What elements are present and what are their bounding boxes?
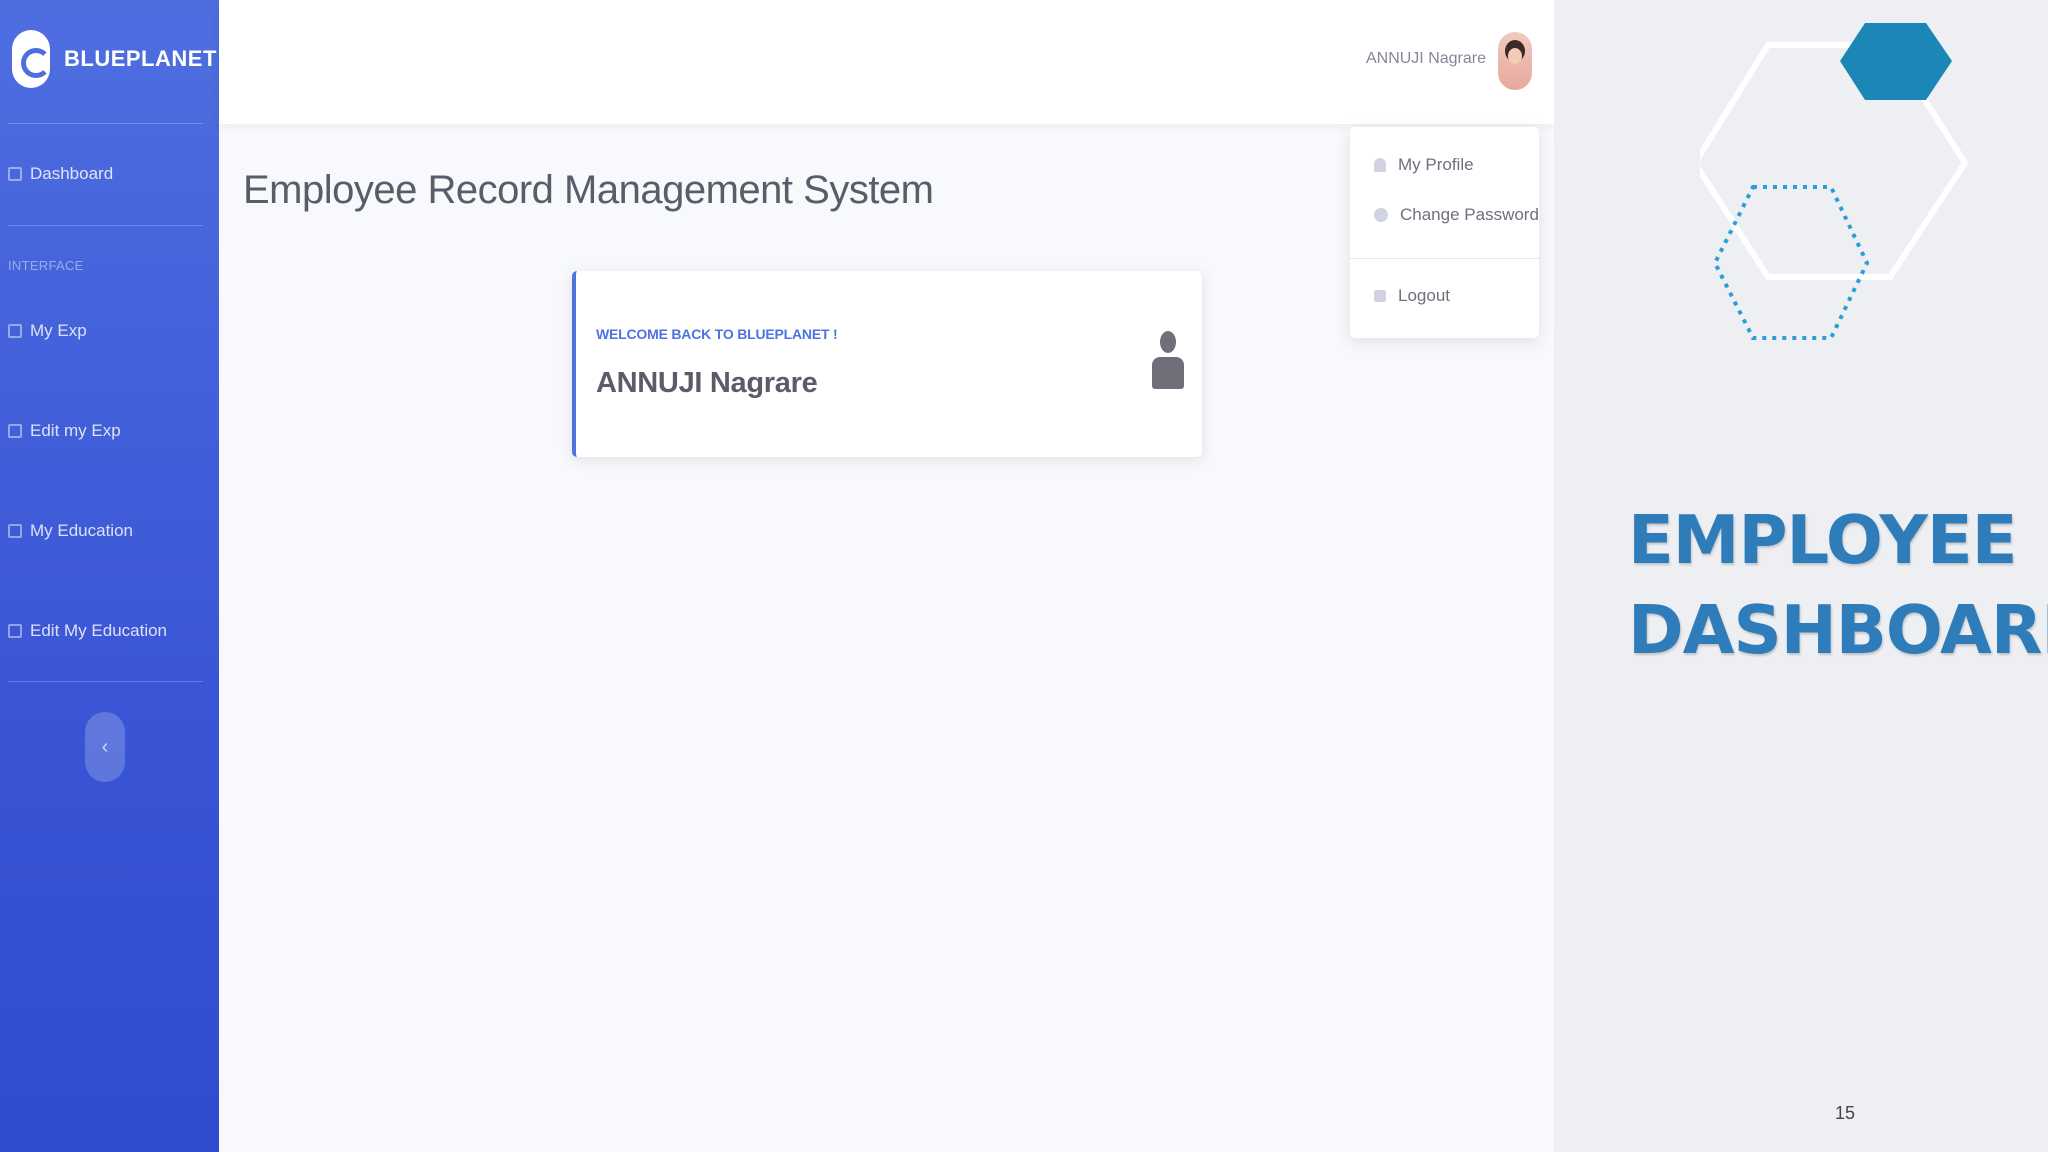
logout-icon bbox=[1374, 290, 1386, 302]
sidebar-item-label: Dashboard bbox=[30, 164, 114, 183]
welcome-label: WELCOME BACK TO BLUEPLANET ! bbox=[596, 326, 838, 342]
menu-item-label: Logout bbox=[1398, 286, 1450, 305]
app-screenshot: BLUEPLANET Dashboard INTERFACE My Exp Ed… bbox=[0, 0, 1554, 1152]
topbar: ANNUJI Nagrare bbox=[219, 0, 1554, 124]
menu-item-label: Change Password bbox=[1400, 205, 1539, 224]
chevron-left-icon: ‹ bbox=[101, 735, 109, 758]
brand[interactable]: BLUEPLANET bbox=[12, 30, 217, 88]
sidebar-divider bbox=[8, 225, 203, 226]
sidebar-divider bbox=[8, 123, 203, 124]
hexagon-decoration-icon bbox=[1700, 23, 1969, 340]
menu-item-change-password[interactable]: Change Password bbox=[1374, 205, 1539, 225]
slide-title-line: EMPLOYEE bbox=[1628, 501, 2017, 579]
slide-title-line: DASHBOARD bbox=[1628, 591, 2048, 669]
menu-divider bbox=[1350, 258, 1539, 259]
sidebar-item-label: Edit my Exp bbox=[30, 421, 121, 440]
sidebar-item-my-education[interactable]: My Education bbox=[8, 521, 133, 541]
sidebar-item-my-exp[interactable]: My Exp bbox=[8, 321, 87, 341]
dashboard-icon bbox=[8, 167, 22, 181]
avatar[interactable] bbox=[1498, 32, 1532, 90]
user-dropdown-menu: My Profile Change Password Logout bbox=[1350, 127, 1539, 338]
sidebar-item-label: My Education bbox=[30, 521, 133, 540]
page-title: Employee Record Management System bbox=[243, 168, 934, 212]
sidebar-item-dashboard[interactable]: Dashboard bbox=[8, 164, 113, 184]
sidebar-toggle-button[interactable]: ‹ bbox=[85, 712, 125, 782]
chart-icon bbox=[8, 324, 22, 338]
menu-item-label: My Profile bbox=[1398, 155, 1474, 174]
slide-title: EMPLOYEE DASHBOARD bbox=[1628, 495, 2048, 675]
chart-icon bbox=[8, 424, 22, 438]
brand-name: BLUEPLANET bbox=[64, 46, 217, 71]
sidebar-divider bbox=[8, 681, 203, 682]
sidebar-item-edit-my-exp[interactable]: Edit my Exp bbox=[8, 421, 121, 441]
table-icon bbox=[8, 524, 22, 538]
menu-item-logout[interactable]: Logout bbox=[1374, 286, 1450, 306]
sidebar-section-heading: INTERFACE bbox=[8, 258, 84, 273]
user-icon bbox=[1374, 158, 1386, 172]
sidebar-item-label: Edit My Education bbox=[30, 621, 168, 640]
slide-page-number: 15 bbox=[1835, 1103, 1856, 1123]
user-icon bbox=[1152, 331, 1184, 391]
sidebar-item-edit-my-education[interactable]: Edit My Education bbox=[8, 621, 167, 641]
table-icon bbox=[8, 624, 22, 638]
brand-logo-icon bbox=[12, 30, 51, 88]
welcome-card: WELCOME BACK TO BLUEPLANET ! ANNUJI Nagr… bbox=[572, 271, 1202, 457]
menu-item-my-profile[interactable]: My Profile bbox=[1374, 155, 1474, 175]
gear-icon bbox=[1374, 208, 1388, 222]
sidebar: BLUEPLANET Dashboard INTERFACE My Exp Ed… bbox=[0, 0, 219, 1152]
welcome-user-name: ANNUJI Nagrare bbox=[596, 367, 818, 399]
topbar-user-name[interactable]: ANNUJI Nagrare bbox=[1366, 50, 1486, 68]
sidebar-item-label: My Exp bbox=[30, 321, 87, 340]
